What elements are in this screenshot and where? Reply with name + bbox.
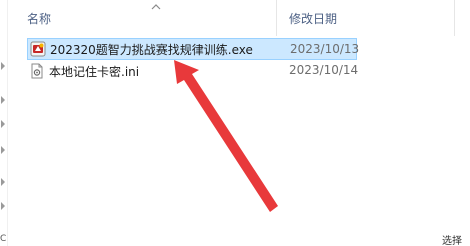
file-row[interactable]: 202320题智力挑战赛找规律训练.exe 2023/10/13 (27, 38, 360, 60)
exe-app-icon (30, 41, 46, 57)
file-row[interactable]: 本地记住卡密.ini 2023/10/14 (27, 60, 470, 82)
nav-expand-arrow-icon[interactable] (1, 202, 5, 210)
navigation-pane: C (0, 0, 8, 246)
nav-expand-arrow-icon[interactable] (1, 62, 5, 70)
annotation-red-arrow (174, 60, 278, 212)
file-date-modified: 2023/10/14 (289, 63, 359, 77)
status-bar-text: 选择 (442, 236, 462, 246)
column-divider[interactable] (454, 0, 455, 36)
nav-expand-arrow-icon[interactable] (1, 178, 5, 186)
file-name[interactable]: 本地记住卡密.ini (49, 63, 139, 80)
sort-ascending-chevron-icon (151, 4, 161, 10)
nav-item-label[interactable]: C (0, 234, 6, 244)
column-header-row: 名称 修改日期 (8, 0, 470, 36)
file-explorer-window: C 名称 修改日期 202320题智力挑战赛找规律训练.exe 2023/10/… (0, 0, 470, 246)
ini-settings-file-icon (31, 63, 43, 79)
column-header-date-modified[interactable]: 修改日期 (289, 10, 337, 27)
column-header-name[interactable]: 名称 (27, 10, 51, 27)
file-name[interactable]: 202320题智力挑战赛找规律训练.exe (50, 41, 253, 58)
file-date-modified: 2023/10/13 (290, 42, 360, 56)
nav-expand-arrow-icon[interactable] (1, 146, 5, 154)
nav-expand-arrow-icon[interactable] (1, 96, 5, 104)
column-divider[interactable] (276, 0, 277, 36)
nav-expand-arrow-icon[interactable] (1, 120, 5, 128)
